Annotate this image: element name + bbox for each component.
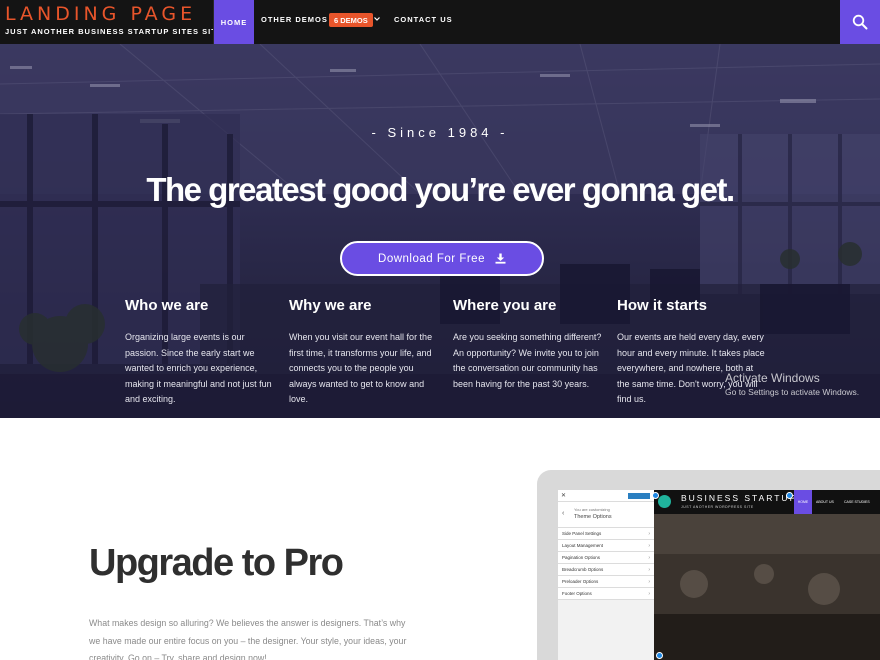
panel-heading: Theme Options — [574, 514, 612, 520]
search-icon — [852, 14, 868, 30]
top-navbar: LANDING PAGE JUST ANOTHER BUSINESS START… — [0, 0, 880, 44]
mockup-nav-case: CASE STUDIES — [844, 500, 870, 504]
chevron-right-icon: › — [648, 555, 650, 561]
chevron-down-icon[interactable] — [373, 14, 381, 24]
demos-count-badge: 6 DEMOS — [329, 13, 373, 27]
feature-title: How it starts — [617, 297, 708, 314]
panel-item-label: Footer Options — [562, 591, 592, 596]
watermark-line-1: Activate Windows — [725, 371, 820, 385]
download-icon — [495, 253, 506, 264]
edit-shortcut-icon — [656, 652, 663, 659]
download-button-label: Download For Free — [378, 252, 485, 265]
mockup-site-title: BUSINESS STARTUP — [681, 493, 798, 503]
watermark-line-2: Go to Settings to activate Windows. — [725, 387, 860, 397]
panel-header: ‹ You are customizing Theme Options — [558, 502, 654, 528]
download-button[interactable]: Download For Free — [340, 241, 544, 276]
panel-item-label: Side Panel Settings — [562, 531, 602, 536]
search-button[interactable] — [840, 0, 880, 44]
panel-topbar: ✕ — [558, 490, 654, 502]
mockup-hero-image — [654, 514, 880, 660]
mockup-site-preview: BUSINESS STARTUP JUST ANOTHER WORDPRESS … — [654, 490, 880, 660]
chevron-right-icon: › — [648, 591, 650, 597]
mockup-screen: ✕ ‹ You are customizing Theme Options Si… — [558, 490, 880, 660]
panel-item: Pagination Options › — [558, 552, 654, 564]
feature-text: Are you seeking something different? An … — [453, 332, 602, 389]
nav-other-demos-link[interactable]: OTHER DEMOS — [261, 15, 328, 24]
panel-item: Layout Management › — [558, 540, 654, 552]
upgrade-text: What makes design so alluring? We believ… — [89, 618, 407, 660]
back-arrow-icon: ‹ — [562, 510, 565, 517]
chevron-right-icon: › — [648, 543, 650, 549]
feature-title: Who we are — [125, 297, 209, 314]
feature-text: When you visit our event hall for the fi… — [289, 332, 433, 404]
panel-item: Footer Options › — [558, 588, 654, 600]
chevron-right-icon: › — [648, 567, 650, 573]
nav-contact-link[interactable]: CONTACT US — [394, 15, 453, 24]
hero-headline: The greatest good you’re ever gonna get. — [146, 171, 735, 208]
hero-section: - Since 1984 - The greatest good you’re … — [0, 44, 880, 418]
feature-column-where: Where you are Are you seeking something … — [453, 297, 603, 392]
site-title[interactable]: LANDING PAGE — [5, 4, 223, 24]
activate-windows-watermark: Activate Windows Go to Settings to activ… — [725, 371, 859, 397]
panel-item-label: Breadcrumb Options — [562, 567, 604, 572]
feature-title: Why we are — [289, 297, 372, 314]
panel-subtitle: You are customizing — [574, 507, 610, 512]
chevron-right-icon: › — [648, 579, 650, 585]
panel-item: Breadcrumb Options › — [558, 564, 654, 576]
since-label: - Since 1984 - — [371, 125, 509, 140]
mockup-site-tagline: JUST ANOTHER WORDPRESS SITE — [681, 505, 754, 509]
site-tagline: JUST ANOTHER BUSINESS STARTUP SITES SITE — [5, 27, 223, 36]
mockup-nav-about: ABOUT US — [816, 500, 834, 504]
close-icon: ✕ — [561, 493, 567, 499]
customizer-panel: ✕ ‹ You are customizing Theme Options Si… — [558, 490, 654, 660]
feature-column-why: Why we are When you visit our event hall… — [289, 297, 439, 408]
edit-shortcut-icon — [786, 492, 793, 499]
site-brand[interactable]: LANDING PAGE JUST ANOTHER BUSINESS START… — [5, 4, 223, 36]
edit-shortcut-icon — [652, 492, 659, 499]
feature-title: Where you are — [453, 297, 557, 314]
nav-home-link[interactable]: HOME — [214, 0, 254, 44]
feature-text: Organizing large events is our passion. … — [125, 332, 272, 404]
panel-item-label: Preloader Options — [562, 579, 599, 584]
chevron-right-icon: › — [648, 531, 650, 537]
mockup-logo — [658, 495, 671, 508]
panel-item-label: Pagination Options — [562, 555, 601, 560]
upgrade-title: Upgrade to Pro — [89, 542, 344, 584]
mockup-nav-home: HOME — [794, 490, 812, 514]
panel-item-label: Layout Management — [562, 543, 604, 548]
panel-item: Side Panel Settings › — [558, 528, 654, 540]
panel-item: Preloader Options › — [558, 576, 654, 588]
mockup-site-navbar: BUSINESS STARTUP JUST ANOTHER WORDPRESS … — [654, 490, 880, 514]
publish-button — [628, 493, 650, 499]
feature-column-who: Who we are Organizing large events is ou… — [125, 297, 275, 408]
